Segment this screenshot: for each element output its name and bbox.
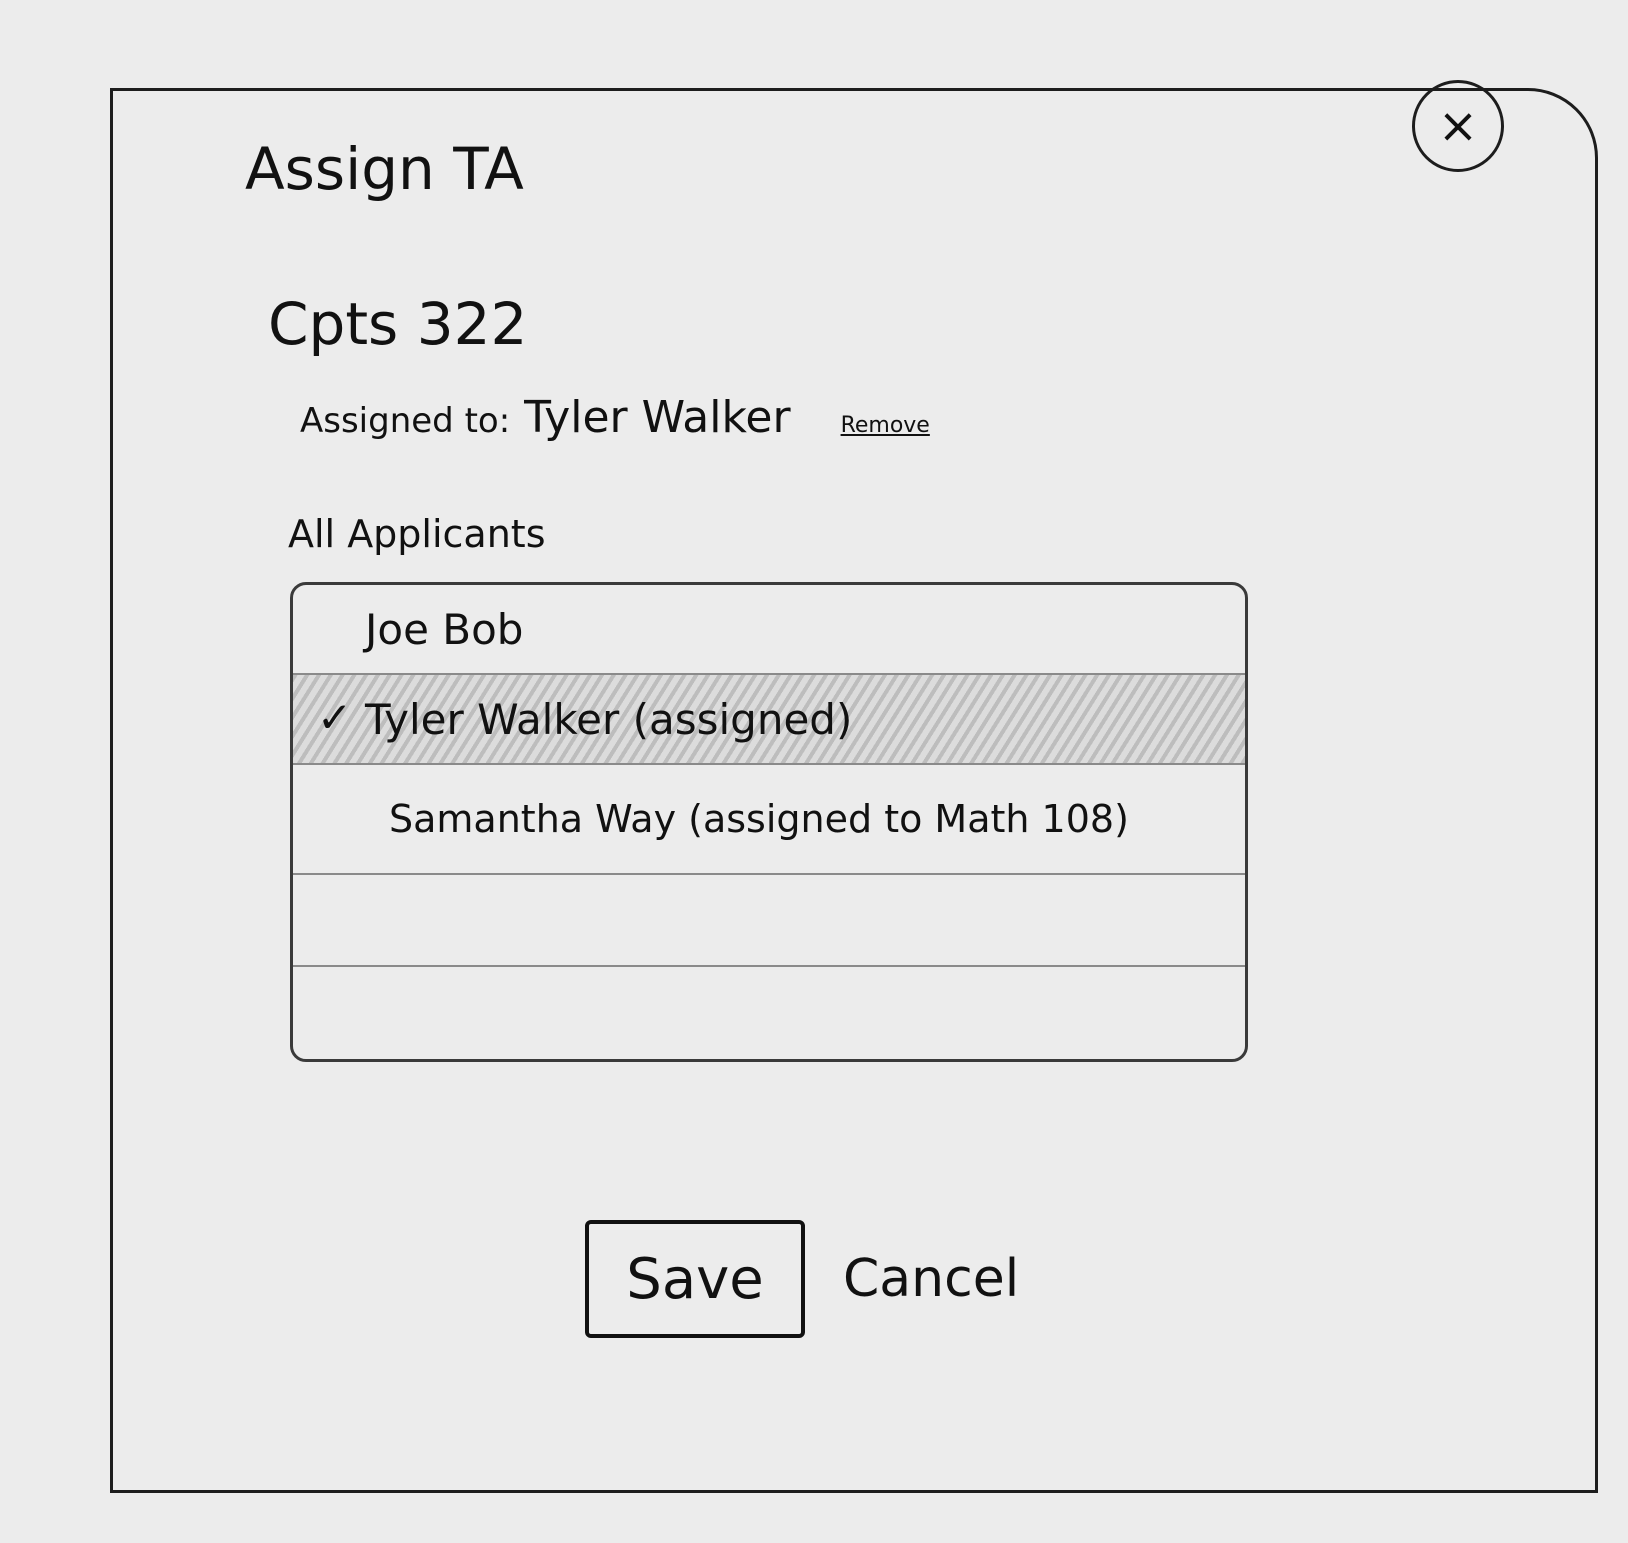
assigned-ta-name: Tyler Walker — [524, 392, 791, 443]
list-item-samantha-way[interactable]: Samantha Way (assigned to Math 108) — [293, 765, 1245, 875]
list-item-label: Samantha Way (assigned to Math 108) — [389, 797, 1129, 841]
checkmark-icon: ✓ — [317, 693, 353, 742]
assigned-row: Assigned to: Tyler Walker Remove — [300, 392, 930, 443]
list-item-empty — [293, 875, 1245, 967]
assigned-label: Assigned to: — [300, 401, 511, 441]
applicants-list[interactable]: Joe Bob ✓ Tyler Walker (assigned) Samant… — [290, 582, 1248, 1062]
applicants-label: All Applicants — [288, 512, 546, 556]
save-button[interactable]: Save — [585, 1220, 805, 1338]
close-icon[interactable]: × — [1412, 80, 1504, 172]
list-item-label: Joe Bob — [365, 604, 524, 654]
dialog-actions: Save Cancel — [585, 1220, 1019, 1338]
remove-link[interactable]: Remove — [841, 413, 930, 438]
dialog-title: Assign TA — [245, 135, 524, 203]
cancel-button[interactable]: Cancel — [843, 1249, 1019, 1309]
list-item-joe-bob[interactable]: Joe Bob — [293, 585, 1245, 675]
course-name: Cpts 322 — [268, 290, 528, 358]
list-item-label: Tyler Walker (assigned) — [365, 694, 853, 744]
list-item-tyler-walker[interactable]: ✓ Tyler Walker (assigned) — [293, 675, 1245, 765]
